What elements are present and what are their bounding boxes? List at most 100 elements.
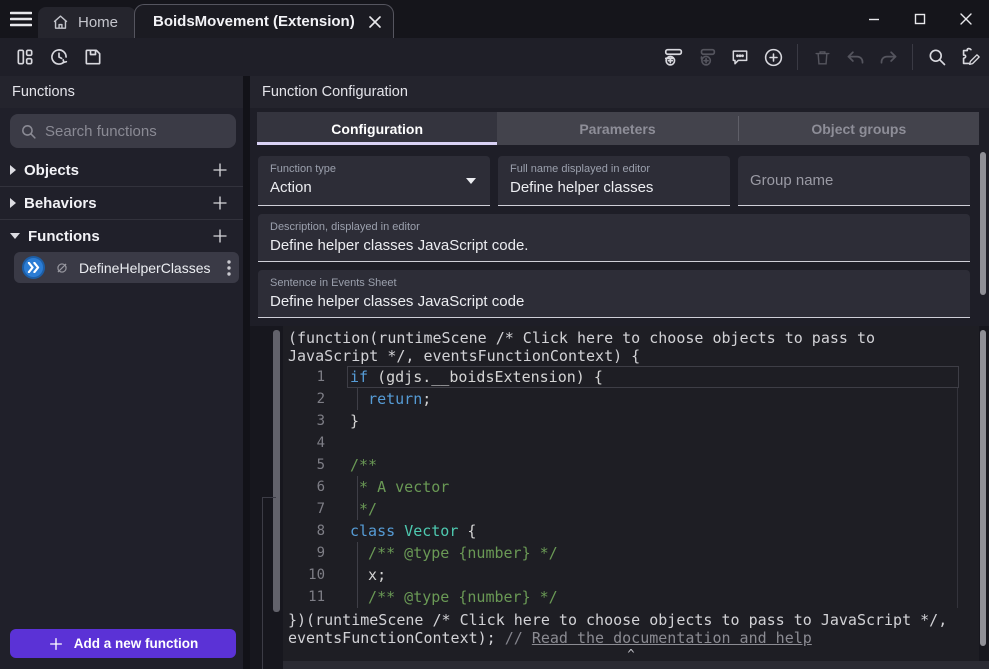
- code-line[interactable]: 11 /** @type {number} */: [283, 586, 979, 608]
- redo-icon: [878, 47, 899, 68]
- add-element-button[interactable]: [760, 44, 786, 70]
- chevron-right-icon: [10, 198, 16, 208]
- configuration-form: Function type Action Full name displayed…: [258, 156, 970, 326]
- dropdown-arrow-icon: [466, 178, 476, 184]
- function-type-label: Function type: [270, 163, 478, 175]
- events-left-scrollbar[interactable]: [273, 330, 280, 612]
- javascript-code-event[interactable]: (function(runtimeScene /* Click here to …: [283, 326, 979, 661]
- undo-button[interactable]: [842, 44, 868, 70]
- tab-home[interactable]: Home: [38, 7, 136, 38]
- maximize-button[interactable]: [897, 0, 943, 38]
- search-functions-input[interactable]: [45, 123, 244, 140]
- add-event-button[interactable]: [661, 44, 687, 70]
- tab-home-label: Home: [78, 14, 118, 31]
- configuration-tabs: Configuration Parameters Object groups: [257, 112, 979, 145]
- code-line[interactable]: 3}: [283, 410, 979, 432]
- home-icon: [52, 14, 69, 31]
- code-line[interactable]: 6 * A vector: [283, 476, 979, 498]
- full-name-label: Full name displayed in editor: [510, 163, 718, 175]
- description-field[interactable]: Description, displayed in editor Define …: [258, 214, 970, 262]
- code-header-line[interactable]: (function(runtimeScene /* Click here to …: [283, 326, 979, 365]
- save-button[interactable]: [80, 44, 106, 70]
- private-icon: [55, 261, 69, 275]
- full-name-value: Define helper classes: [510, 179, 718, 196]
- event-indent-guide: [262, 497, 276, 498]
- close-window-button[interactable]: [943, 0, 989, 38]
- tab-parameters[interactable]: Parameters: [497, 112, 737, 145]
- toolbar-left-group: [12, 38, 106, 76]
- form-scrollbar[interactable]: [980, 152, 986, 295]
- history-clock-icon: [49, 47, 69, 67]
- version-history-button[interactable]: [46, 44, 72, 70]
- panels-layout-button[interactable]: [12, 44, 38, 70]
- edit-extension-button[interactable]: [957, 44, 983, 70]
- code-line[interactable]: 7 */: [283, 498, 979, 520]
- search-functions-box[interactable]: [10, 114, 236, 148]
- save-icon: [83, 47, 103, 67]
- toolbar-right-group: [661, 38, 983, 76]
- code-footer-line[interactable]: })(runtimeScene /* Click here to choose …: [283, 608, 979, 647]
- sentence-field[interactable]: Sentence in Events Sheet Define helper c…: [258, 270, 970, 318]
- sidebar-section-objects[interactable]: Objects: [0, 154, 243, 186]
- events-sheet: (function(runtimeScene /* Click here to …: [250, 326, 989, 669]
- more-options-icon[interactable]: [227, 260, 231, 276]
- toolbar: Preview Share: [0, 38, 989, 76]
- documentation-link[interactable]: Read the documentation and help: [532, 629, 812, 647]
- tab-object-groups[interactable]: Object groups: [739, 112, 979, 145]
- tab-configuration[interactable]: Configuration: [257, 112, 497, 145]
- search-events-button[interactable]: [924, 44, 950, 70]
- code-line[interactable]: 4: [283, 432, 979, 454]
- window-controls: [851, 0, 989, 38]
- group-name-input[interactable]: [738, 156, 970, 205]
- full-name-field[interactable]: Full name displayed in editor Define hel…: [498, 156, 730, 206]
- add-subevent-icon: [696, 46, 718, 68]
- group-name-field[interactable]: [738, 156, 970, 206]
- function-item-definehelperclasses[interactable]: DefineHelperClasses: [14, 252, 239, 283]
- code-line[interactable]: 8class Vector {: [283, 520, 979, 542]
- add-new-function-button[interactable]: Add a new function: [10, 629, 236, 658]
- code-line[interactable]: 1if (gdjs.__boidsExtension) {: [283, 366, 979, 388]
- tab-object-groups-label: Object groups: [811, 121, 906, 137]
- function-type-select[interactable]: Function type Action: [258, 156, 490, 206]
- sentence-value: Define helper classes JavaScript code: [270, 293, 958, 310]
- main-menu-button[interactable]: [8, 7, 34, 31]
- main-header: Function Configuration: [250, 76, 989, 108]
- code-scrollbar[interactable]: [980, 330, 986, 646]
- chevron-down-icon: [10, 233, 20, 239]
- redo-button[interactable]: [875, 44, 901, 70]
- add-function-icon[interactable]: [211, 227, 229, 245]
- code-line[interactable]: 10 x;: [283, 564, 979, 586]
- tab-configuration-label: Configuration: [331, 121, 423, 137]
- add-behavior-icon[interactable]: [211, 194, 229, 212]
- sidebar-section-functions[interactable]: Functions: [0, 220, 243, 252]
- tab-boidsmovement[interactable]: BoidsMovement (Extension): [134, 4, 394, 38]
- code-footer-comment: //: [505, 629, 532, 647]
- tab-active-label: BoidsMovement (Extension): [153, 13, 355, 30]
- search-icon: [927, 47, 947, 67]
- code-line[interactable]: 2 return;: [283, 388, 979, 410]
- tab-close-icon[interactable]: [369, 16, 381, 28]
- panels-layout-icon: [15, 47, 35, 67]
- functions-sidebar: Functions Objects Behaviors Functions De…: [0, 76, 243, 669]
- function-type-value: Action: [270, 179, 478, 196]
- tab-parameters-label: Parameters: [579, 121, 655, 137]
- sidebar-header: Functions: [0, 76, 243, 108]
- description-label: Description, displayed in editor: [270, 221, 958, 233]
- code-header-text: (function(runtimeScene /* Click here to …: [288, 329, 884, 365]
- code-editor[interactable]: 1if (gdjs.__boidsExtension) {2 return;3}…: [283, 366, 979, 608]
- function-configuration-panel: Function Configuration Configuration Par…: [250, 76, 989, 669]
- code-line[interactable]: 5/**: [283, 454, 979, 476]
- toolbar-divider: [912, 44, 913, 70]
- delete-button[interactable]: [809, 44, 835, 70]
- titlebar: Home BoidsMovement (Extension): [0, 0, 989, 38]
- code-lines: 1if (gdjs.__boidsExtension) {2 return;3}…: [283, 366, 979, 608]
- minimize-button[interactable]: [851, 0, 897, 38]
- add-comment-button[interactable]: [727, 44, 753, 70]
- function-item-label: DefineHelperClasses: [79, 260, 217, 276]
- add-subevent-button[interactable]: [694, 44, 720, 70]
- code-line[interactable]: 9 /** @type {number} */: [283, 542, 979, 564]
- circle-plus-icon: [763, 47, 784, 68]
- sidebar-section-behaviors[interactable]: Behaviors: [0, 187, 243, 219]
- add-object-icon[interactable]: [211, 161, 229, 179]
- plus-icon: [48, 636, 64, 652]
